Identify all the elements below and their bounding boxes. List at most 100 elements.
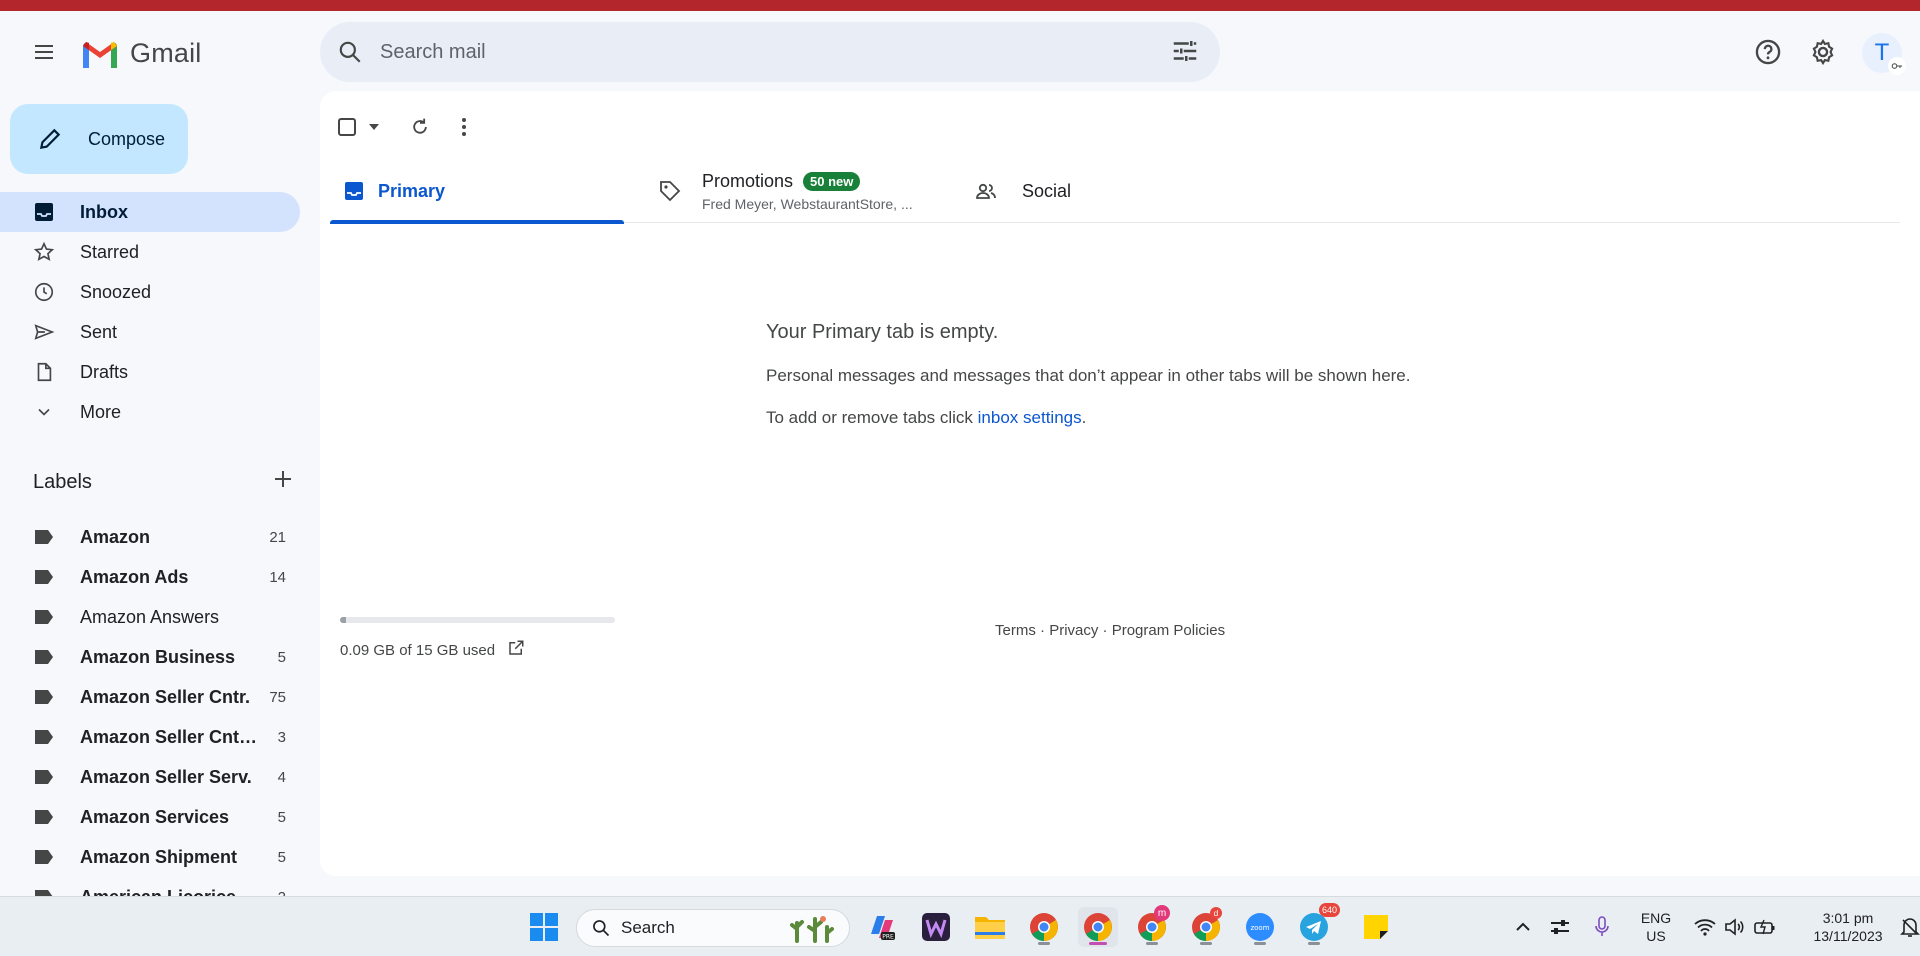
label-count: 4 xyxy=(277,768,286,786)
tab-primary[interactable]: Primary xyxy=(330,159,624,224)
manage-storage-button[interactable] xyxy=(507,639,525,661)
refresh-icon xyxy=(413,118,427,134)
running-indicator xyxy=(1038,942,1050,945)
search-icon xyxy=(339,41,361,63)
privacy-link[interactable]: Privacy xyxy=(1049,622,1098,639)
account-avatar[interactable]: T xyxy=(1862,33,1906,75)
taskbar-search[interactable]: Search xyxy=(576,909,850,947)
gmail-m-icon xyxy=(83,42,117,68)
taskbar-chrome-4[interactable]: d xyxy=(1186,907,1226,947)
taskbar-app-w[interactable] xyxy=(916,907,956,947)
promotions-text: Promotions 50 new Fred Meyer, Webstauran… xyxy=(702,171,913,212)
taskbar-zoom[interactable]: zoom xyxy=(1240,907,1280,947)
label-count: 5 xyxy=(277,648,286,666)
nav-item-more[interactable]: More xyxy=(0,392,300,432)
refresh-button[interactable] xyxy=(398,105,442,149)
label-name: Amazon Seller Serv. xyxy=(80,766,252,787)
label-item[interactable]: Amazon Ads 14 xyxy=(0,557,300,597)
tab-social[interactable]: Social xyxy=(962,159,1162,223)
taskbar-chrome-2-active[interactable] xyxy=(1078,907,1118,947)
nav-item-snoozed[interactable]: Snoozed xyxy=(0,272,300,312)
start-button[interactable] xyxy=(524,907,564,947)
nav-item-inbox[interactable]: Inbox xyxy=(0,192,300,232)
support-button[interactable] xyxy=(1744,28,1792,76)
promotions-title-row: Promotions 50 new xyxy=(702,171,913,192)
empty-title: Your Primary tab is empty. xyxy=(766,321,999,343)
empty-settings-hint: To add or remove tabs click inbox settin… xyxy=(766,408,1566,428)
sidebar: Compose Inbox Starred Snoozed Sent Draft… xyxy=(0,91,310,896)
label-item[interactable]: Amazon Seller Serv. 4 xyxy=(0,757,300,797)
avatar-initial: T xyxy=(1874,39,1890,66)
system-tray: ENG US 3:01 pm 13/11/2023 xyxy=(1508,897,1920,956)
taskbar-copilot[interactable]: PRE xyxy=(862,907,902,947)
label-name: Amazon xyxy=(80,526,151,547)
show-hidden-icons-button[interactable] xyxy=(1508,922,1538,932)
label-item[interactable]: Amazon Shipment 5 xyxy=(0,837,300,877)
notifications-button[interactable] xyxy=(1890,916,1920,938)
star-icon xyxy=(0,241,80,263)
clock-icon xyxy=(0,281,80,303)
taskbar-chrome-3[interactable]: m xyxy=(1132,905,1172,947)
label-item[interactable]: Amazon Business 5 xyxy=(0,637,300,677)
nav-item-sent[interactable]: Sent xyxy=(0,312,300,352)
label-item[interactable]: Amazon Services 5 xyxy=(0,797,300,837)
settings-button[interactable] xyxy=(1799,28,1847,76)
nav-item-starred[interactable]: Starred xyxy=(0,232,300,272)
taskbar-sticky-notes[interactable] xyxy=(1356,907,1396,947)
taskbar-chrome-1[interactable] xyxy=(1024,907,1064,947)
tab-label: Promotions xyxy=(702,170,794,191)
taskbar-telegram[interactable]: 640 xyxy=(1294,903,1340,947)
microphone-button[interactable] xyxy=(1582,916,1622,938)
browser-top-strip xyxy=(0,0,1920,11)
search-options-button[interactable] xyxy=(1170,36,1200,71)
label-count: 5 xyxy=(277,808,286,826)
more-options-button[interactable] xyxy=(442,105,486,149)
send-icon xyxy=(0,321,80,343)
label-count: 5 xyxy=(277,848,286,866)
clock-date: 13/11/2023 xyxy=(1813,928,1883,944)
open-in-new-icon xyxy=(509,640,524,655)
main-menu-button[interactable] xyxy=(20,28,68,76)
select-dropdown-button[interactable] xyxy=(362,105,386,149)
gmail-logo[interactable]: Gmail xyxy=(80,35,202,71)
label-name: Amazon Business xyxy=(80,646,236,667)
terms-link[interactable]: Terms xyxy=(995,622,1036,639)
label-item[interactable]: Amazon Seller Cntr... 3 xyxy=(0,717,300,757)
select-checkbox[interactable] xyxy=(332,105,362,149)
tray-sliders-button[interactable] xyxy=(1538,918,1582,936)
nav-label: Sent xyxy=(80,321,118,342)
program-policies-link[interactable]: Program Policies xyxy=(1112,622,1225,639)
label-item[interactable]: Amazon 21 xyxy=(0,517,300,557)
label-name: Amazon Answers xyxy=(80,606,220,627)
main-panel: Primary Promotions 50 new Fred Meyer, We… xyxy=(320,91,1920,876)
label-item[interactable]: Amazon Answers xyxy=(0,597,300,637)
label-tag-icon xyxy=(0,649,80,665)
hint-prefix: To add or remove tabs click xyxy=(766,408,978,427)
clock[interactable]: 3:01 pm 13/11/2023 xyxy=(1806,909,1890,945)
nav-item-drafts[interactable]: Drafts xyxy=(0,352,300,392)
label-item[interactable]: Amazon Seller Cntr. 75 xyxy=(0,677,300,717)
search-input[interactable] xyxy=(380,40,1140,64)
nav-label: Snoozed xyxy=(80,281,152,302)
compose-button[interactable]: Compose xyxy=(10,104,188,174)
plus-icon xyxy=(275,471,291,487)
label-tag-icon xyxy=(0,769,80,785)
gear-icon xyxy=(1812,38,1834,66)
wifi-icon xyxy=(1694,919,1716,936)
chevron-up-icon xyxy=(1516,922,1530,931)
label-count: 3 xyxy=(277,728,286,746)
network-status-button[interactable] xyxy=(1694,918,1776,936)
svg-text:PRE: PRE xyxy=(882,934,894,941)
app-name: Gmail xyxy=(130,37,202,68)
taskbar-file-explorer[interactable] xyxy=(970,907,1010,947)
inbox-settings-link[interactable]: inbox settings xyxy=(978,408,1082,427)
search-bar[interactable] xyxy=(320,22,1220,82)
label-item[interactable]: American Licorice ... 2 xyxy=(0,877,300,896)
search-button[interactable] xyxy=(320,39,380,65)
language-indicator[interactable]: ENG US xyxy=(1628,909,1684,945)
create-label-button[interactable] xyxy=(273,469,293,495)
tab-promotions[interactable]: Promotions 50 new Fred Meyer, Webstauran… xyxy=(646,159,936,223)
chrome-profile-badge: d xyxy=(1210,907,1222,919)
label-name: American Licorice ... xyxy=(80,887,260,897)
label-tag-icon xyxy=(0,809,80,825)
